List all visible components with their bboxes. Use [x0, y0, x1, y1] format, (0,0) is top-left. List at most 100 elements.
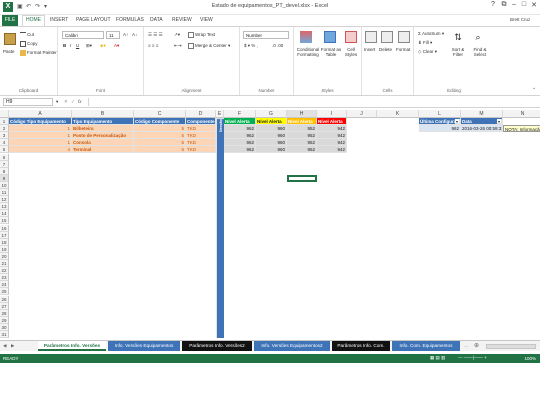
- cancel-icon[interactable]: ✕: [64, 99, 68, 105]
- row-header-7[interactable]: 7: [0, 160, 9, 168]
- next-sheet-icon[interactable]: ▶: [11, 343, 14, 349]
- name-box[interactable]: H9: [3, 98, 53, 106]
- table-row-tipo[interactable]: Posto de Personalização: [72, 132, 134, 140]
- row-header-22[interactable]: 22: [0, 267, 9, 275]
- row-header-4[interactable]: 4: [0, 139, 9, 147]
- column-header-f[interactable]: F: [224, 110, 256, 118]
- fill-button[interactable]: ⬇ Fill ▾: [418, 40, 432, 46]
- select-all-corner[interactable]: [0, 110, 9, 118]
- row-header-10[interactable]: 10: [0, 181, 9, 189]
- namebox-dropdown-icon[interactable]: ▾: [56, 99, 58, 105]
- help-icon[interactable]: ?: [488, 1, 498, 11]
- table-row-codigo[interactable]: 1: [9, 125, 72, 133]
- config-date[interactable]: 2016-03-26 00:59:31: [461, 125, 503, 133]
- row-header-3[interactable]: 3: [0, 132, 9, 140]
- row-header-8[interactable]: 8: [0, 167, 9, 175]
- header-alerta-orange[interactable]: Nível Alerta: [287, 118, 317, 126]
- formula-input[interactable]: [88, 98, 536, 106]
- currency-icon[interactable]: $ ▾ % ,: [244, 43, 258, 49]
- wrap-text-button[interactable]: Wrap Text: [188, 32, 215, 38]
- conditional-formatting-icon[interactable]: [300, 31, 312, 43]
- table-row-codigo-comp[interactable]: 5: [134, 132, 186, 140]
- column-header-a[interactable]: A: [9, 110, 72, 118]
- table-row-alerta-h[interactable]: 952: [287, 146, 317, 154]
- zoom-slider[interactable]: — ——|—— +: [458, 355, 487, 360]
- format-as-table-button[interactable]: Format as Table: [320, 47, 342, 57]
- row-header-28[interactable]: 28: [0, 309, 9, 317]
- table-row-componente[interactable]: TKD: [186, 139, 216, 147]
- table-row-alerta-h[interactable]: 952: [287, 125, 317, 133]
- versao-column-band[interactable]: Versão: [216, 118, 224, 338]
- table-row-tipo[interactable]: Terminal: [72, 146, 134, 154]
- row-header-26[interactable]: 26: [0, 295, 9, 303]
- sort-filter-button[interactable]: Sort & Filter: [448, 47, 468, 57]
- insert-cells-icon[interactable]: [365, 31, 377, 43]
- selected-cell[interactable]: [287, 174, 317, 182]
- table-row-codigo[interactable]: 4: [9, 146, 72, 154]
- row-header-11[interactable]: 11: [0, 189, 9, 197]
- column-header-j[interactable]: J: [347, 110, 377, 118]
- row-header-16[interactable]: 16: [0, 224, 9, 232]
- table-row-alerta-f[interactable]: 962: [224, 146, 256, 154]
- clear-button[interactable]: ◇ Clear ▾: [418, 49, 437, 55]
- header-alerta-red[interactable]: Nível Alerta: [317, 118, 347, 126]
- table-row-alerta-i[interactable]: 942: [317, 132, 347, 140]
- config-note[interactable]: NOTA: Informação o: [503, 125, 540, 133]
- table-row-codigo[interactable]: 1: [9, 139, 72, 147]
- add-sheet-icon[interactable]: ⊕: [474, 342, 479, 349]
- worksheet-grid[interactable]: ABCDEFGHIJKLMN 1 2 3 4 5 6 7 8 9 10 11 12 13 14 15 16 17…: [0, 110, 540, 338]
- sheet-tab-parametros-com[interactable]: Parâmetros Info. Com.: [332, 341, 390, 351]
- table-row-alerta-f[interactable]: 962: [224, 125, 256, 133]
- collapse-ribbon-icon[interactable]: ⌃: [532, 87, 536, 93]
- column-header-h[interactable]: H: [287, 110, 317, 118]
- row-header-31[interactable]: 31: [0, 331, 9, 338]
- table-row-alerta-g[interactable]: 960: [256, 146, 287, 154]
- table-row-componente[interactable]: TKD: [186, 125, 216, 133]
- bold-button[interactable]: B: [63, 43, 66, 48]
- user-name[interactable]: Brett Cruz: [510, 17, 530, 22]
- view-modes-icon[interactable]: ▦ ▤ ▥: [430, 355, 445, 361]
- row-header-9[interactable]: 9: [0, 174, 9, 182]
- zoom-level[interactable]: 100%: [524, 356, 536, 361]
- horizontal-scrollbar[interactable]: [486, 344, 536, 349]
- format-table-icon[interactable]: [324, 31, 336, 43]
- column-header-l[interactable]: L: [419, 110, 461, 118]
- table-row-alerta-h[interactable]: 952: [287, 132, 317, 140]
- table-row-alerta-f[interactable]: 962: [224, 132, 256, 140]
- sheet-tab-info-versoes[interactable]: Info. Versões Equipamentos: [108, 341, 180, 351]
- cell-styles-icon[interactable]: [345, 31, 357, 43]
- tab-formulas[interactable]: FORMULAS: [116, 17, 144, 23]
- header-alerta-yellow[interactable]: Nível Alerta: [256, 118, 287, 126]
- table-row-tipo[interactable]: Consola: [72, 139, 134, 147]
- table-row-alerta-i[interactable]: 942: [317, 146, 347, 154]
- merge-center-button[interactable]: Merge & Center ▾: [188, 43, 230, 49]
- table-row-codigo-comp[interactable]: 5: [134, 146, 186, 154]
- close-button[interactable]: ✕: [529, 1, 539, 11]
- table-row-alerta-g[interactable]: 960: [256, 132, 287, 140]
- ribbon-display-icon[interactable]: ⧉: [499, 1, 509, 11]
- row-header-14[interactable]: 14: [0, 210, 9, 218]
- format-painter-button[interactable]: Format Painter: [20, 50, 57, 56]
- header-alerta-green[interactable]: Nível Alerta: [224, 118, 256, 126]
- table-row-alerta-g[interactable]: 960: [256, 125, 287, 133]
- header-codigo-tipo[interactable]: Código Tipo Equipamento: [9, 118, 72, 126]
- row-header-24[interactable]: 24: [0, 281, 9, 289]
- column-header-i[interactable]: I: [317, 110, 347, 118]
- format-cells-icon[interactable]: [398, 31, 410, 43]
- row-header-25[interactable]: 25: [0, 288, 9, 296]
- row-header-29[interactable]: 29: [0, 316, 9, 324]
- table-row-codigo-comp[interactable]: 5: [134, 125, 186, 133]
- sheet-tab-info-com[interactable]: Info. Com. Equipamentos: [392, 341, 460, 351]
- table-row-componente[interactable]: TKD: [186, 132, 216, 140]
- sheet-tab-info-versoes2[interactable]: Info. Versões Equipamentos2: [254, 341, 330, 351]
- header-codigo-componente[interactable]: Código Componente: [134, 118, 186, 126]
- indent-icon[interactable]: ⇤⇥: [174, 43, 182, 49]
- delete-button[interactable]: Delete: [379, 47, 392, 52]
- underline-button[interactable]: U: [76, 43, 79, 48]
- align-top-icon[interactable]: ☰ ☰ ☰: [148, 32, 163, 38]
- copy-button[interactable]: Copy: [20, 41, 38, 47]
- column-header-g[interactable]: G: [256, 110, 287, 118]
- find-select-button[interactable]: Find & Select: [469, 47, 491, 57]
- cell-styles-button[interactable]: Cell Styles: [343, 47, 359, 57]
- table-row-alerta-f[interactable]: 962: [224, 139, 256, 147]
